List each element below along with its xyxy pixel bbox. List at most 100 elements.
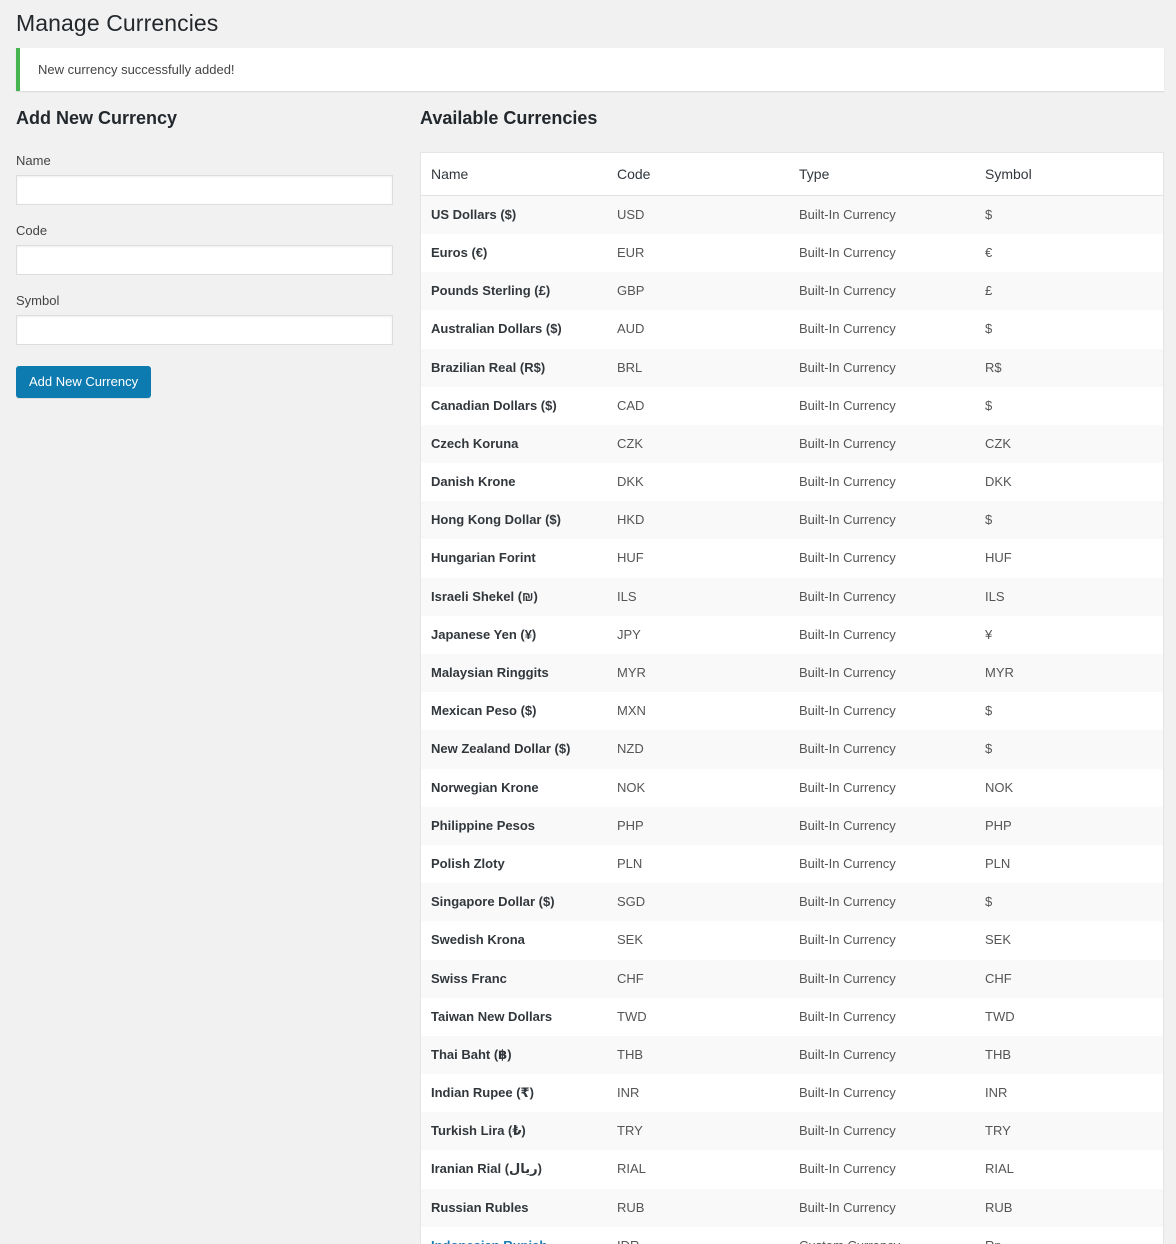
cell-type: Custom Currency — [789, 1227, 975, 1244]
cell-code: CHF — [617, 970, 644, 986]
currency-name-text: Philippine Pesos — [431, 817, 536, 833]
currency-name-text: Hong Kong Dollar ($) — [431, 512, 561, 528]
table-row: Iranian Rial (ریال) RIAL Built-In Currency… — [421, 1150, 1163, 1189]
table-row: Taiwan New Dollars TWD Built-In Currency TW… — [421, 997, 1163, 1036]
cell-code: RUB — [617, 1199, 645, 1215]
cell-name: Norwegian Krone — [421, 769, 607, 807]
name-input[interactable] — [16, 174, 393, 205]
table-row: Hong Kong Dollar ($) HKD Built-In Currency… — [421, 501, 1163, 540]
page-title: Manage Currencies — [16, 10, 219, 36]
table-row: Australian Dollars ($) AUD Built-In Curren… — [421, 310, 1163, 349]
success-notice: New currency successfully added! — [16, 47, 1164, 91]
table-row: Hungarian Forint HUF Built-In Currency HUF — [421, 539, 1163, 578]
currency-name-text: Thai Baht (฿) — [431, 1046, 512, 1062]
cell-type: Built-In Currency — [799, 970, 896, 986]
manage-currencies-page: Manage Currencies New currency successfu… — [0, 0, 1176, 1244]
currency-name-text: Iranian Rial (ریال) — [431, 1161, 542, 1177]
table-row: Czech Koruna CZK Built-In Currency CZK — [421, 424, 1163, 464]
cell-code: MYR — [617, 665, 646, 681]
cell-code: HKD — [617, 512, 645, 528]
add-currency-form: Name Code Symbol Add New Currency — [16, 152, 420, 399]
cell-name: Turkish Lira (₺) — [421, 1112, 607, 1150]
cell-code: DKK — [617, 474, 644, 490]
currency-name-text: US Dollars ($) — [431, 206, 517, 222]
header-name[interactable]: Name — [421, 152, 607, 196]
cell-name: Hong Kong Dollar ($) — [421, 501, 607, 539]
cell-symbol: ¥ — [985, 626, 993, 642]
cell-symbol: NOK — [985, 779, 1014, 795]
cell-name: Indian Rupee (₹) — [421, 1074, 607, 1112]
cell-type: Built-In Currency — [799, 474, 896, 490]
add-currency-panel: Add New Currency Name Code Symbol Add Ne… — [0, 108, 420, 399]
cell-symbol: CHF — [985, 970, 1012, 986]
currency-name-text: Pounds Sterling (£) — [431, 283, 551, 299]
table-row: Canadian Dollars ($) CAD Built-In Currency… — [421, 386, 1163, 425]
table-row: Swedish Krona SEK Built-In Currency SEK — [421, 921, 1163, 960]
cell-symbol: $ — [985, 703, 993, 719]
cell-code: MXN — [617, 703, 646, 719]
header-symbol[interactable]: Symbol — [975, 152, 1163, 196]
currencies-table: Name Code Type Symbol US Dollars ($) USD B… — [420, 151, 1164, 1244]
table-row: US Dollars ($) USD Built-In Currency $ — [421, 195, 1163, 234]
cell-code: NOK — [617, 779, 646, 795]
cell-symbol: DKK — [985, 474, 1012, 490]
cell-type: Built-In Currency — [799, 817, 896, 833]
cell-symbol: $ — [985, 321, 993, 337]
cell-symbol: PHP — [985, 817, 1012, 833]
cell-type: Built-In Currency — [799, 855, 896, 871]
header-code[interactable]: Code — [607, 152, 789, 196]
available-currencies-heading: Available Currencies — [420, 108, 598, 128]
currency-name-link[interactable]: Indonesian Rupiah — [431, 1238, 547, 1244]
cell-code: EUR — [617, 244, 645, 260]
cell-type: Built-In Currency — [799, 1123, 896, 1139]
currency-name-text: Japanese Yen (¥) — [431, 626, 537, 642]
cell-type: Built-In Currency — [799, 321, 896, 337]
add-new-currency-button[interactable]: Add New Currency — [16, 366, 152, 399]
cell-type: Built-In Currency — [799, 283, 896, 299]
cell-type: Built-In Currency — [799, 741, 896, 757]
cell-symbol: INR — [985, 1085, 1008, 1101]
cell-type: Built-In Currency — [799, 894, 896, 910]
cell-type: Built-In Currency — [799, 1161, 896, 1177]
cell-type: Built-In Currency — [799, 244, 896, 260]
cell-type: Built-In Currency — [799, 1199, 896, 1215]
cell-symbol: $ — [985, 206, 993, 222]
table-row: Norwegian Krone NOK Built-In Currency NOK — [421, 768, 1163, 807]
cell-code: IDR — [607, 1227, 789, 1244]
cell-code: PLN — [617, 855, 643, 871]
symbol-input[interactable] — [16, 315, 393, 346]
cell-name: Canadian Dollars ($) — [421, 387, 607, 425]
cell-code: HUF — [617, 550, 644, 566]
cell-type: Built-In Currency — [799, 932, 896, 948]
table-row: Polish Zloty PLN Built-In Currency PLN — [421, 844, 1163, 884]
table-row: Danish Krone DKK Built-In Currency DKK — [421, 463, 1163, 502]
cell-name: Indonesian Rupiah — [421, 1227, 607, 1244]
currency-name-text: Israeli Shekel (₪) — [431, 588, 538, 604]
cell-symbol: CZK — [985, 435, 1011, 451]
cell-name: Swedish Krona — [421, 921, 607, 959]
cell-symbol: $ — [985, 741, 993, 757]
currency-name-text: New Zealand Dollar ($) — [431, 741, 571, 757]
cell-name: Malaysian Ringgits — [421, 654, 607, 692]
cell-type: Built-In Currency — [799, 703, 896, 719]
cell-code: SEK — [617, 932, 644, 948]
available-currencies-panel: Available Currencies Name Code Type Symb… — [420, 108, 1176, 1244]
cell-name: Thai Baht (฿) — [421, 1036, 607, 1074]
cell-code: GBP — [617, 283, 645, 299]
currency-name-text: Indian Rupee (₹) — [431, 1085, 534, 1101]
currency-name-text: Turkish Lira (₺) — [431, 1123, 526, 1139]
cell-name: Japanese Yen (¥) — [421, 616, 607, 654]
cell-name: Brazilian Real (R$) — [421, 349, 607, 387]
cell-code: ILS — [617, 588, 637, 604]
cell-name: New Zealand Dollar ($) — [421, 730, 607, 768]
symbol-field-group: Symbol — [16, 292, 420, 346]
cell-name: Singapore Dollar ($) — [421, 883, 607, 921]
table-row: Euros (€) EUR Built-In Currency € — [421, 233, 1163, 273]
cell-symbol: $ — [985, 397, 993, 413]
table-header-row: Name Code Type Symbol — [421, 152, 1163, 196]
cell-name: Israeli Shekel (₪) — [421, 578, 607, 616]
header-type[interactable]: Type — [789, 152, 975, 196]
currency-name-text: Canadian Dollars ($) — [431, 397, 557, 413]
code-input[interactable] — [16, 244, 393, 275]
cell-type: Built-In Currency — [799, 359, 896, 375]
